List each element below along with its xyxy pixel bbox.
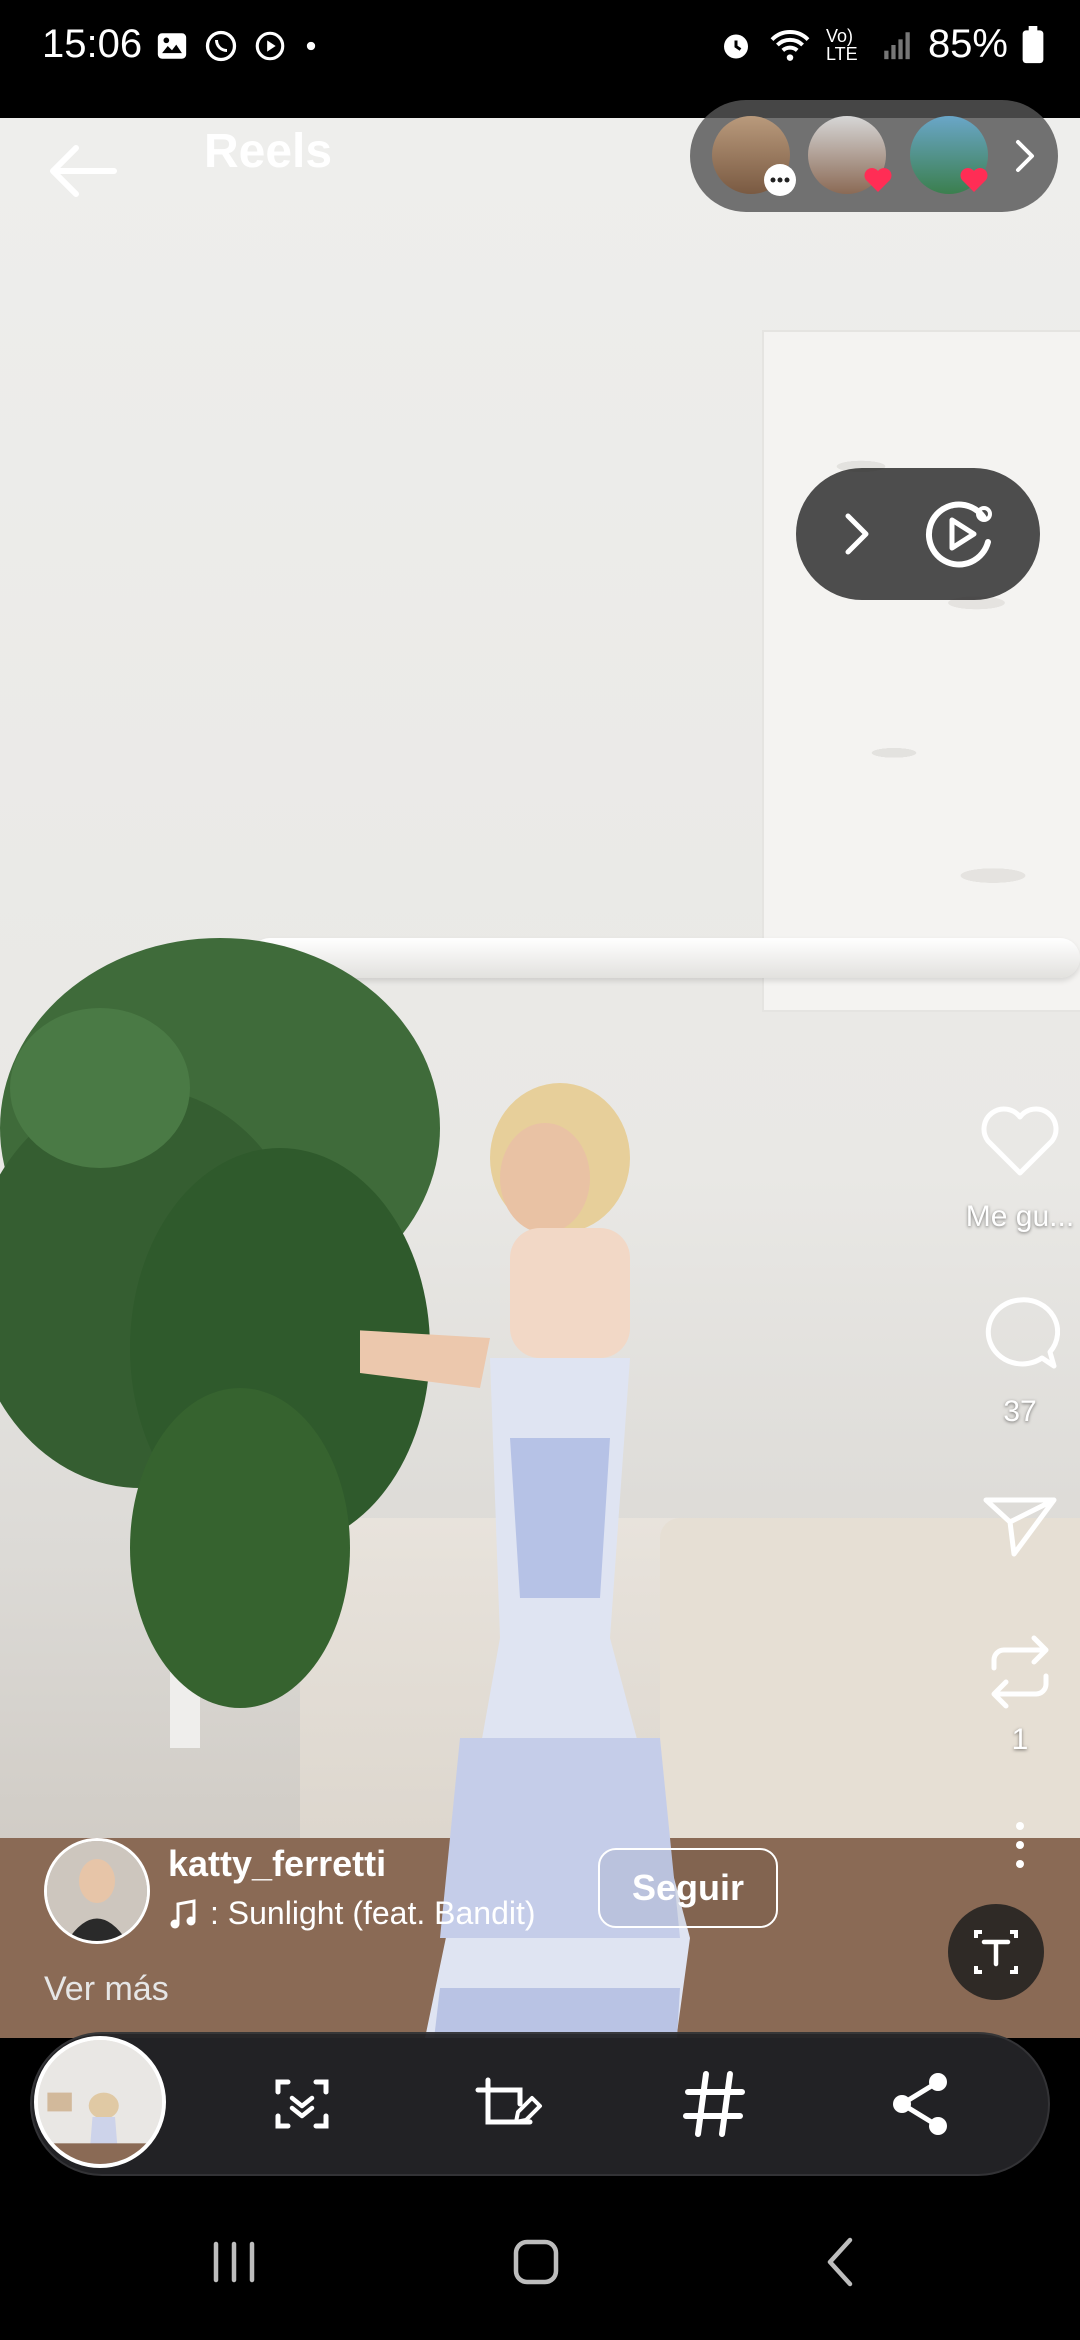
battery-percent: 85% (927, 22, 1008, 66)
recents-icon[interactable] (194, 2222, 274, 2302)
wall-art-image (762, 330, 1080, 1012)
comment-badge-icon (764, 164, 796, 196)
status-bar: 15:06 Vo) LTE 85% (0, 0, 1080, 76)
back-arrow-icon[interactable] (44, 136, 120, 206)
heart-icon[interactable] (980, 1105, 1060, 1179)
scan-icon[interactable] (262, 2064, 342, 2144)
status-icons-left (155, 28, 321, 64)
floating-media-pill[interactable] (796, 468, 1040, 600)
edit-icon[interactable] (468, 2064, 548, 2144)
send-action[interactable] (960, 1492, 1080, 1567)
whatsapp-icon (205, 30, 237, 62)
like-action[interactable]: Me gu... (960, 1105, 1080, 1234)
page-title: Reels (204, 125, 333, 178)
reel-video[interactable] (0, 118, 1080, 2038)
system-nav-bar (0, 2176, 1080, 2340)
music-note-icon (170, 1898, 196, 1928)
media-icon (255, 31, 285, 61)
status-icons-right: Vo) LTE 85% (718, 22, 1044, 67)
hashtag-icon[interactable] (674, 2064, 754, 2144)
stories-tray[interactable] (690, 100, 1058, 212)
song-label[interactable]: : Sunlight (feat. Bandit) (168, 1895, 536, 1932)
user-avatar[interactable] (44, 1838, 150, 1944)
battery-icon (1022, 25, 1044, 63)
share-icon[interactable] (880, 2064, 960, 2144)
remix-action[interactable]: 1 (960, 1632, 1080, 1757)
wifi-icon (770, 29, 810, 61)
text-extract-button[interactable] (948, 1904, 1044, 2000)
comment-count: 37 (1003, 1395, 1037, 1428)
username[interactable]: katty_ferretti (168, 1843, 386, 1885)
repost-icon[interactable] (982, 1632, 1058, 1712)
alarm-icon (723, 34, 748, 58)
chevron-right-icon[interactable] (1010, 136, 1040, 176)
play-loop-icon[interactable] (920, 494, 1000, 574)
see-more-link[interactable]: Ver más (44, 1970, 169, 2009)
reels-header: Reels (0, 100, 1080, 238)
send-icon[interactable] (980, 1492, 1060, 1562)
more-options[interactable] (960, 1820, 1080, 1875)
capture-thumbnail[interactable] (34, 2036, 166, 2168)
text-scan-icon (974, 1930, 1018, 1974)
heart-badge-icon (862, 164, 894, 196)
heart-badge-icon (958, 164, 990, 196)
lte-indicator: Vo) LTE (825, 25, 858, 64)
follow-button[interactable]: Seguir (598, 1848, 778, 1928)
edge-toolbar (30, 2032, 1050, 2176)
like-label: Me gu... (965, 1200, 1075, 1233)
signal-icon (884, 31, 910, 59)
back-icon[interactable] (800, 2222, 880, 2302)
song-title: : Sunlight (feat. Bandit) (210, 1895, 536, 1931)
share-count: 1 (1011, 1723, 1029, 1756)
more-vertical-icon[interactable] (1010, 1820, 1030, 1870)
comment-icon[interactable] (980, 1294, 1061, 1374)
dot-icon (306, 41, 316, 51)
screen: 15:06 Vo) LTE 85% Reels Me gu... 37 1 ka… (0, 0, 1080, 2340)
status-time: 15:06 (42, 22, 143, 66)
gallery-icon (157, 33, 187, 59)
home-icon[interactable] (496, 2222, 576, 2302)
chevron-right-icon[interactable] (838, 508, 874, 560)
comment-action[interactable]: 37 (960, 1294, 1080, 1429)
